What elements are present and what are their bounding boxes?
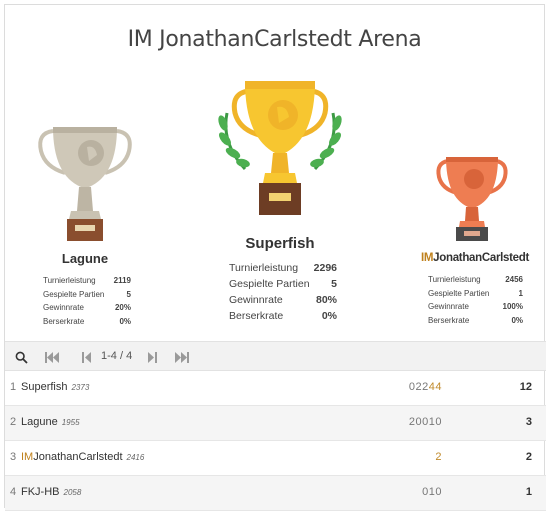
sheet-plain: 010: [422, 486, 442, 498]
row-rating: 2373: [71, 383, 90, 392]
stat-row: Turnierleistung 2296: [229, 260, 337, 276]
stat-label: Turnierleistung: [229, 262, 299, 274]
stat-row: Gespielte Partien 1: [428, 287, 523, 301]
next-page-button[interactable]: [145, 348, 159, 366]
stat-value: 2296: [313, 262, 337, 274]
stat-label: Turnierleistung: [43, 276, 96, 285]
table-row[interactable]: 2 Lagune 1955 20010 3: [5, 406, 546, 441]
row-player[interactable]: FKJ-HB 2058: [21, 486, 81, 498]
podium-first-player: Superfish: [245, 235, 315, 252]
stat-value: 2456: [505, 275, 523, 284]
stat-row: Gespielte Partien 5: [43, 288, 131, 302]
stat-row: Gewinnrate 80%: [229, 292, 337, 308]
row-rank: 3: [10, 451, 17, 463]
sheet-plain: 022: [408, 381, 429, 393]
stat-row: Berserkrate 0%: [43, 315, 131, 329]
row-name: FKJ-HB: [21, 486, 60, 498]
row-rank: 4: [10, 486, 17, 498]
podium-third-title: IM: [420, 252, 434, 264]
row-rank: 1: [10, 381, 17, 393]
table-row[interactable]: 4 FKJ-HB 2058 010 1: [5, 476, 546, 511]
arena-panel: IM JonathanCarlstedt Arena Lagune Turnie…: [4, 4, 546, 511]
row-rating: 1955: [61, 418, 80, 427]
row-sheet: 20010: [409, 416, 442, 428]
last-page-icon: [175, 351, 189, 363]
search-button[interactable]: [11, 348, 31, 366]
standings-toolbar: 1-4 / 4: [5, 341, 546, 371]
stat-value: 80%: [315, 294, 337, 306]
stat-label: Gewinnrate: [229, 294, 283, 306]
row-score: 2: [525, 451, 532, 463]
page-title: IM JonathanCarlstedt Arena: [127, 27, 422, 52]
stat-label: Gespielte Partien: [428, 288, 490, 298]
stat-value: 5: [126, 289, 131, 299]
podium-third-player: JonathanCarlstedt: [433, 252, 530, 264]
row-sheet: 02244: [409, 381, 442, 393]
gold-trophy-icon: [218, 81, 342, 215]
stat-row: Gewinnrate 100%: [428, 300, 523, 314]
row-title: IM: [21, 451, 34, 463]
row-name: Superfish: [21, 381, 68, 393]
podium-second-player: Lagune: [61, 251, 109, 266]
row-rating: 2416: [126, 453, 145, 462]
row-score: 1: [525, 486, 532, 498]
podium-first-name[interactable]: Superfish: [210, 235, 350, 252]
last-page-button[interactable]: [173, 348, 191, 366]
stat-label: Gewinnrate: [43, 303, 84, 312]
prev-page-icon: [81, 351, 91, 363]
stat-value: 0%: [119, 316, 131, 326]
stat-value: 5: [331, 278, 337, 290]
row-score: 3: [525, 416, 532, 428]
prev-page-button[interactable]: [79, 348, 93, 366]
stat-label: Berserkrate: [43, 316, 85, 326]
next-page-icon: [147, 351, 157, 363]
row-sheet: 2: [435, 451, 442, 463]
first-page-icon: [45, 351, 59, 363]
stat-label: Berserkrate: [229, 310, 284, 322]
standings-table: 1 Superfish 2373 02244 12 2 Lagune 1955 20…: [5, 371, 546, 511]
stat-row: Turnierleistung 2119: [43, 274, 131, 288]
row-name: JonathanCarlstedt: [33, 451, 123, 463]
stat-value: 100%: [502, 302, 523, 311]
search-icon: [15, 351, 28, 364]
row-player[interactable]: Superfish 2373: [21, 381, 89, 393]
stat-value: 20%: [114, 303, 131, 312]
podium-second-name[interactable]: Lagune: [35, 251, 135, 266]
stat-label: Gespielte Partien: [43, 289, 105, 299]
stat-row: Turnierleistung 2456: [428, 273, 523, 287]
podium-third-name[interactable]: IMJonathanCarlstedt: [410, 252, 540, 264]
pager-text: 1-4 / 4: [101, 350, 133, 362]
stat-row: Gewinnrate 20%: [43, 301, 131, 315]
table-row[interactable]: 3 IMJonathanCarlstedt 2416 2 2: [5, 441, 546, 476]
row-player[interactable]: Lagune 1955: [21, 416, 80, 428]
podium-second-stats: Turnierleistung 2119 Gespielte Partien 5 G…: [43, 274, 131, 328]
stat-label: Turnierleistung: [428, 275, 481, 284]
stat-value: 0%: [511, 315, 523, 325]
row-rank: 2: [10, 416, 17, 428]
sheet-streak: 2: [435, 451, 442, 463]
stat-row: Berserkrate 0%: [428, 314, 523, 328]
sheet-plain: 20010: [408, 416, 442, 428]
row-rating: 2058: [63, 488, 82, 497]
podium-first-stats: Turnierleistung 2296 Gespielte Partien 5 G…: [229, 260, 337, 324]
stat-label: Berserkrate: [428, 315, 470, 325]
stat-row: Berserkrate 0%: [229, 308, 337, 324]
row-score: 12: [519, 381, 532, 393]
stat-label: Gewinnrate: [428, 302, 469, 311]
silver-trophy-icon: [38, 127, 132, 241]
row-sheet: 010: [422, 486, 442, 498]
first-page-button[interactable]: [43, 348, 61, 366]
stat-value: 0%: [321, 310, 337, 322]
row-player[interactable]: IMJonathanCarlstedt 2416: [21, 451, 144, 463]
stat-row: Gespielte Partien 5: [229, 276, 337, 292]
stat-value: 2119: [113, 276, 131, 285]
row-name: Lagune: [21, 416, 58, 428]
table-row[interactable]: 1 Superfish 2373 02244 12: [5, 371, 546, 406]
stat-label: Gespielte Partien: [229, 278, 310, 290]
sheet-streak: 44: [428, 381, 442, 393]
stat-value: 1: [518, 288, 523, 298]
podium-third-stats: Turnierleistung 2456 Gespielte Partien 1 G…: [428, 273, 523, 327]
bronze-trophy-icon: [436, 157, 508, 241]
